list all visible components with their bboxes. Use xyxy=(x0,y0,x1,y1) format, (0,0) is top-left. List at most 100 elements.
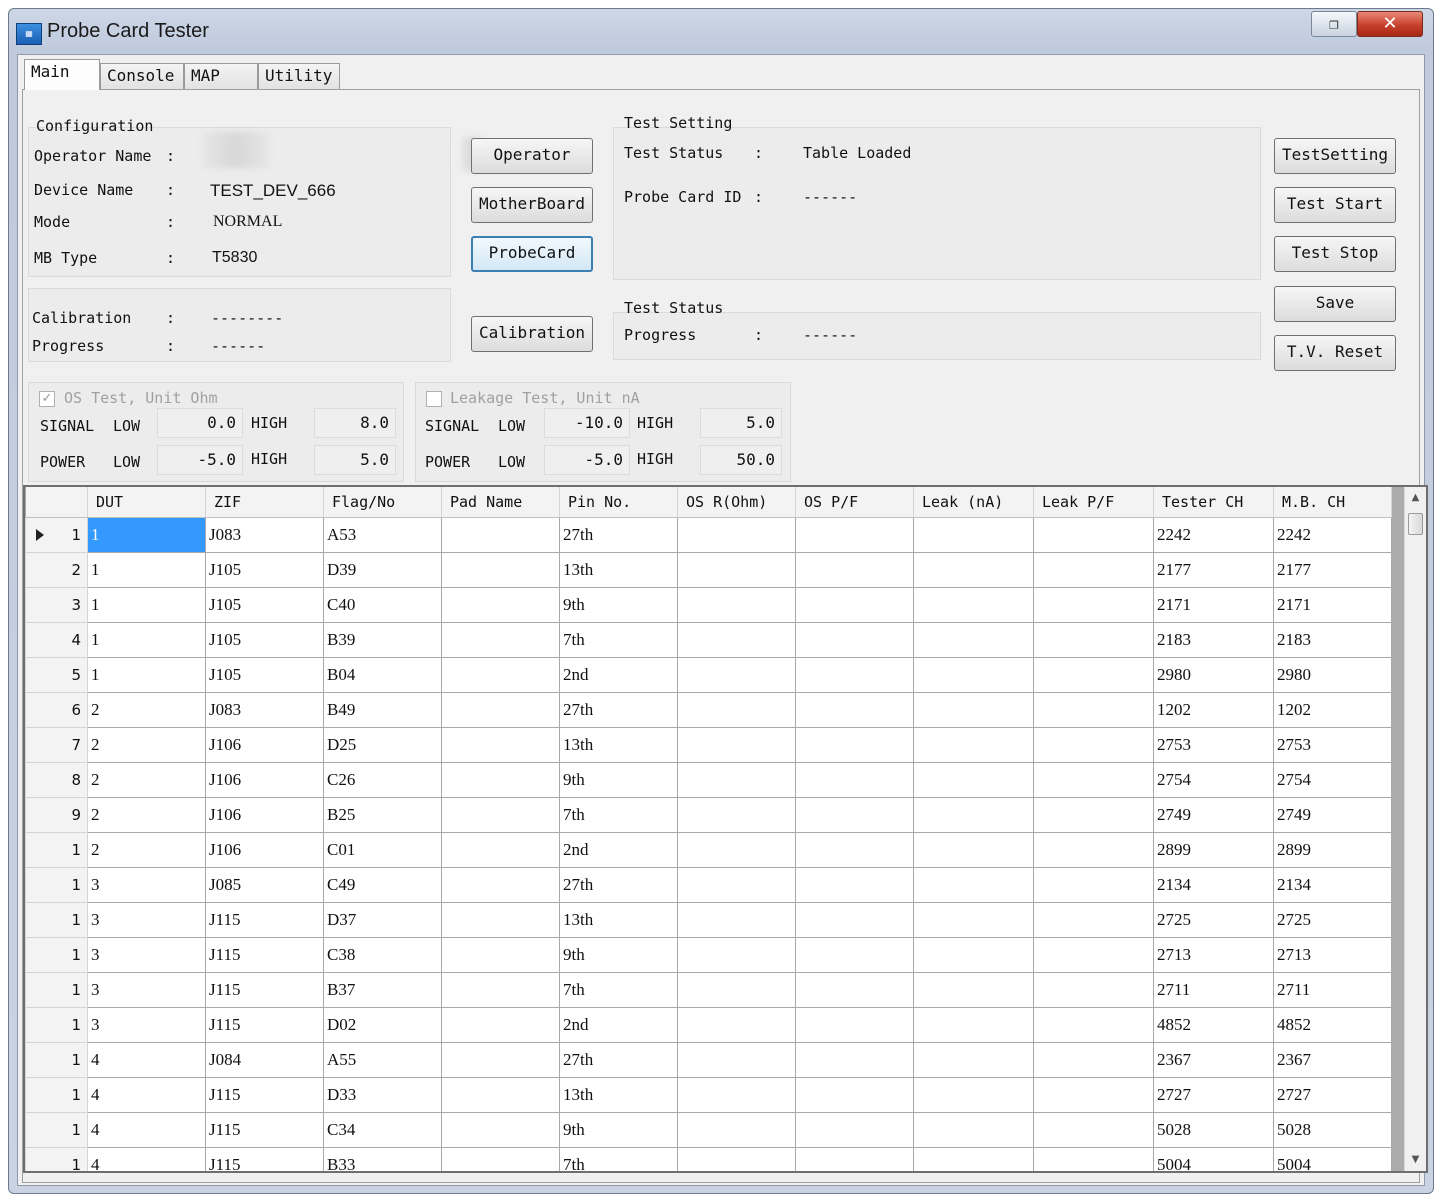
cell-dut[interactable]: 2 xyxy=(87,727,206,763)
cell-dut[interactable]: 3 xyxy=(87,1007,206,1043)
cell-leak[interactable] xyxy=(913,1112,1034,1148)
cell-osr[interactable] xyxy=(677,1112,796,1148)
cell-zif[interactable]: J115 xyxy=(205,1007,324,1043)
cell-dut[interactable]: 2 xyxy=(87,832,206,868)
cell-leak[interactable] xyxy=(913,937,1034,973)
cell-tch[interactable]: 2725 xyxy=(1153,902,1274,938)
cell-pad[interactable] xyxy=(441,797,560,833)
leak-signal-low-input[interactable]: -10.0 xyxy=(544,408,630,438)
cell-leak[interactable] xyxy=(913,552,1034,588)
vertical-scrollbar[interactable]: ▲ ▼ xyxy=(1404,487,1426,1171)
cell-mbch[interactable]: 2242 xyxy=(1273,517,1392,553)
cell-pin[interactable]: 13th xyxy=(559,552,678,588)
row-header[interactable]: 1 xyxy=(25,832,88,868)
cell-flag[interactable]: C34 xyxy=(323,1112,442,1148)
cell-leakpf[interactable] xyxy=(1033,587,1154,623)
operator-button[interactable]: Operator xyxy=(471,138,593,174)
cell-pin[interactable]: 27th xyxy=(559,517,678,553)
cell-osr[interactable] xyxy=(677,1147,796,1171)
cell-pad[interactable] xyxy=(441,972,560,1008)
cell-leak[interactable] xyxy=(913,832,1034,868)
cell-zif[interactable]: J105 xyxy=(205,587,324,623)
cell-leakpf[interactable] xyxy=(1033,1077,1154,1113)
cell-tch[interactable]: 2177 xyxy=(1153,552,1274,588)
cell-osr[interactable] xyxy=(677,657,796,693)
cell-mbch[interactable]: 5004 xyxy=(1273,1147,1392,1171)
cell-mbch[interactable]: 2727 xyxy=(1273,1077,1392,1113)
cell-dut[interactable]: 4 xyxy=(87,1112,206,1148)
cell-dut[interactable]: 1 xyxy=(87,517,206,553)
cell-ospf[interactable] xyxy=(795,727,914,763)
cell-flag[interactable]: A53 xyxy=(323,517,442,553)
os-power-low-input[interactable]: -5.0 xyxy=(157,445,243,475)
cell-zif[interactable]: J105 xyxy=(205,657,324,693)
column-header-mb-ch[interactable]: M.B. CH xyxy=(1273,487,1392,518)
scroll-thumb[interactable] xyxy=(1408,513,1423,535)
table-row[interactable]: 1 4 J115 B33 7th 5004 5004 xyxy=(25,1147,1392,1171)
row-header[interactable]: 1 xyxy=(25,972,88,1008)
row-header[interactable]: 5 xyxy=(25,657,88,693)
cell-ospf[interactable] xyxy=(795,867,914,903)
table-row[interactable]: 1 4 J115 C34 9th 5028 5028 xyxy=(25,1112,1392,1148)
cell-ospf[interactable] xyxy=(795,622,914,658)
cell-tch[interactable]: 2183 xyxy=(1153,622,1274,658)
leak-signal-high-input[interactable]: 5.0 xyxy=(700,408,782,438)
tab-console[interactable]: Console xyxy=(100,63,184,89)
table-row[interactable]: 1 3 J115 C38 9th 2713 2713 xyxy=(25,937,1392,973)
row-header[interactable]: 1 xyxy=(25,867,88,903)
table-row[interactable]: 7 2 J106 D25 13th 2753 2753 xyxy=(25,727,1392,763)
cell-pin[interactable]: 9th xyxy=(559,762,678,798)
cell-flag[interactable]: D33 xyxy=(323,1077,442,1113)
cell-dut[interactable]: 2 xyxy=(87,692,206,728)
row-header[interactable]: 1 xyxy=(25,902,88,938)
row-header[interactable]: 1 xyxy=(25,1007,88,1043)
cell-osr[interactable] xyxy=(677,1077,796,1113)
cell-pad[interactable] xyxy=(441,867,560,903)
cell-osr[interactable] xyxy=(677,972,796,1008)
cell-mbch[interactable]: 2367 xyxy=(1273,1042,1392,1078)
cell-osr[interactable] xyxy=(677,622,796,658)
tab-map[interactable]: MAP xyxy=(184,63,258,89)
row-header[interactable]: 7 xyxy=(25,727,88,763)
cell-leakpf[interactable] xyxy=(1033,762,1154,798)
cell-tch[interactable]: 2134 xyxy=(1153,867,1274,903)
cell-pin[interactable]: 13th xyxy=(559,902,678,938)
cell-leakpf[interactable] xyxy=(1033,622,1154,658)
cell-tch[interactable]: 5004 xyxy=(1153,1147,1274,1171)
column-header-tester-ch[interactable]: Tester CH xyxy=(1153,487,1274,518)
cell-leak[interactable] xyxy=(913,622,1034,658)
row-header[interactable]: 2 xyxy=(25,552,88,588)
cell-pin[interactable]: 13th xyxy=(559,727,678,763)
cell-mbch[interactable]: 2753 xyxy=(1273,727,1392,763)
cell-dut[interactable]: 2 xyxy=(87,797,206,833)
cell-leakpf[interactable] xyxy=(1033,867,1154,903)
row-header[interactable]: 3 xyxy=(25,587,88,623)
cell-leak[interactable] xyxy=(913,657,1034,693)
cell-ospf[interactable] xyxy=(795,692,914,728)
cell-mbch[interactable]: 2177 xyxy=(1273,552,1392,588)
cell-mbch[interactable]: 2980 xyxy=(1273,657,1392,693)
cell-flag[interactable]: D37 xyxy=(323,902,442,938)
cell-mbch[interactable]: 2725 xyxy=(1273,902,1392,938)
cell-leakpf[interactable] xyxy=(1033,517,1154,553)
cell-pad[interactable] xyxy=(441,517,560,553)
cell-pin[interactable]: 2nd xyxy=(559,657,678,693)
cell-zif[interactable]: J115 xyxy=(205,1077,324,1113)
cell-pad[interactable] xyxy=(441,1042,560,1078)
cell-tch[interactable]: 2980 xyxy=(1153,657,1274,693)
row-header[interactable]: 1 xyxy=(25,517,88,553)
cell-osr[interactable] xyxy=(677,517,796,553)
table-row[interactable]: 1 3 J115 B37 7th 2711 2711 xyxy=(25,972,1392,1008)
cell-tch[interactable]: 2171 xyxy=(1153,587,1274,623)
cell-tch[interactable]: 5028 xyxy=(1153,1112,1274,1148)
cell-leak[interactable] xyxy=(913,762,1034,798)
cell-zif[interactable]: J106 xyxy=(205,832,324,868)
column-header-pin-no[interactable]: Pin No. xyxy=(559,487,678,518)
cell-leakpf[interactable] xyxy=(1033,552,1154,588)
table-row[interactable]: 3 1 J105 C40 9th 2171 2171 xyxy=(25,587,1392,623)
save-button[interactable]: Save xyxy=(1274,286,1396,322)
cell-zif[interactable]: J106 xyxy=(205,797,324,833)
cell-pad[interactable] xyxy=(441,1147,560,1171)
table-row[interactable]: 4 1 J105 B39 7th 2183 2183 xyxy=(25,622,1392,658)
cell-dut[interactable]: 3 xyxy=(87,937,206,973)
